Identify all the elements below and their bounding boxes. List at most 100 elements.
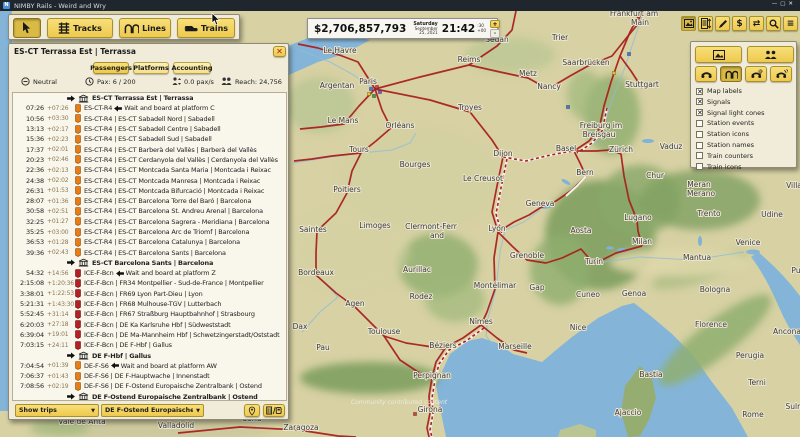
schedule-row[interactable]: 6:20:03+27:18ICE-F-Bcn | DE Ka Karlsruhe… [13,320,286,330]
schedule-row[interactable]: 5:21:31+1:43:30ICE-F-Bcn | FR68 Mulhouse… [13,299,286,309]
station-train-toggle-button[interactable] [263,404,285,417]
speed-down-button[interactable]: - [490,29,500,38]
terrain-view-button[interactable] [695,46,742,63]
tracks-button[interactable]: Tracks [47,18,113,38]
chevron-down-icon: ▼ [88,408,95,414]
schedule-row[interactable]: 7:03:15+24:11ICE-F-Bcn | DE F-Hbf | Gall… [13,340,286,350]
schedule-row[interactable]: 3:38:01+1:22:53ICE-F-Bcn | FR69 Lyon Par… [13,289,286,299]
map-marker[interactable] [372,94,375,97]
stop-label: ES-CT-R4 | ES-CT Barberà del Vallès | Ba… [84,146,257,154]
tab-platforms[interactable]: Platforms [133,62,169,74]
edit-button[interactable] [715,16,730,31]
schedule-row[interactable]: 15:36+02:23ES-CT-R4 | ES-CT Sabadell Sud… [13,134,286,144]
map-marker[interactable] [369,87,372,90]
tab-accounting-label: Accounting [171,64,212,72]
schedule-row[interactable]: 28:07+01:36ES-CT-R4 | ES-CT Barcelona To… [13,196,286,206]
schedule-row[interactable]: 26:31+01:53ES-CT-R4 | ES-CT Montcada Bif… [13,186,286,196]
checkbox-train-icons[interactable]: Train icons [696,162,742,172]
lines-button[interactable]: Lines [119,18,171,38]
schedule-row[interactable]: 17:37+02:01ES-CT-R4 | ES-CT Barberà del … [13,144,286,154]
city-label: Mantua [683,253,711,262]
checkbox-box[interactable] [696,163,703,170]
schedule-station-row[interactable]: DE F-Hbf | Gallus [13,350,286,360]
select-tool-button[interactable] [13,18,41,38]
checkbox-map-labels[interactable]: ✕ Map labels [696,86,742,96]
stop-time: 54:32 [13,269,44,277]
schedule-list[interactable]: ES-CT Terrassa Est | Terrassa07:26+07:26… [12,92,287,401]
city-label: Nîmes [469,317,493,326]
checkbox-label: Map labels [707,87,742,95]
schedule-station-row[interactable]: ES-CT Barcelona Sants | Barcelona [13,258,286,268]
schedule-row[interactable]: 54:32+14:56ICE-F-BcnWait and board at pl… [13,268,286,278]
window-controls[interactable]: —▢✕ [772,1,796,7]
city-label: Zaragoza [283,423,318,432]
tab-accounting[interactable]: Accounting [173,62,211,74]
trips-dropdown[interactable]: Show trips ▼ [15,404,99,417]
map-marker[interactable] [413,412,416,415]
stop-action: Wait and board at platform Z [126,269,216,277]
search-icon [769,19,779,29]
speed-up-button[interactable]: + [490,20,500,29]
checkbox-station-names[interactable]: Station names [696,140,754,150]
menu-button[interactable]: ≡ [783,16,798,31]
trains-button[interactable]: Trains [177,18,235,38]
map-marker[interactable] [612,71,615,74]
checkbox-box[interactable] [696,142,703,149]
checkbox-train-counters[interactable]: Train counters [696,151,753,161]
checkbox-box[interactable] [696,152,703,159]
close-panel-button[interactable]: ✕ [273,46,286,57]
schedule-row[interactable]: 10:56+03:30ES-CT-R4 | ES-CT Sabadell Nor… [13,114,286,124]
schedule-row[interactable]: 7:06:37+01:43DE-F-S6 | DE F-Hauptwache |… [13,371,286,381]
schedule-row[interactable]: 30:58+02:51ES-CT-R4 | ES-CT Barcelona St… [13,206,286,216]
timetable-button[interactable] [698,16,713,31]
map-style-button[interactable] [681,16,696,31]
transfers-button[interactable]: ⇄ [749,16,764,31]
search-button[interactable] [766,16,781,31]
checkbox-station-icons[interactable]: Station icons [696,129,749,139]
schedule-row[interactable]: 6:39:04+19:01ICE-F-Bcn | DE Ma-Mannheim … [13,330,286,340]
schedule-row[interactable]: 22:36+02:13ES-CT-R4 | ES-CT Montcada San… [13,165,286,175]
map-marker[interactable] [367,92,370,95]
schedule-row[interactable]: 32:25+01:27ES-CT-R4 | ES-CT Barcelona Sa… [13,217,286,227]
population-view-button[interactable] [747,46,794,63]
checkbox-station-events[interactable]: Station events [696,118,754,128]
map-marker[interactable] [378,90,381,93]
checkbox-box[interactable]: ✕ [696,88,703,95]
tab-passengers[interactable]: Passengers [93,62,129,74]
schedule-row[interactable]: 7:04:54+01:39DE-F-S6Wait and board at pl… [13,361,286,371]
phone-button[interactable] [695,66,717,82]
schedule-row[interactable]: 24:38+02:02ES-CT-R4 | ES-CT Montcada Man… [13,175,286,185]
schedule-row[interactable]: 13:13+02:17ES-CT-R4 | ES-CT Sabadell Cen… [13,124,286,134]
checkbox-box[interactable]: ✕ [696,109,703,116]
locate-station-button[interactable] [244,404,260,417]
stop-delta: +02:23 [44,136,74,143]
schedule-row[interactable]: 5:52:45+31:14ICE-F-Bcn | FR67 Straßburg … [13,309,286,319]
schedule-row[interactable]: 7:08:56+02:19DE-F-S6 | DE F-Ostend Europ… [13,381,286,391]
checkbox-box[interactable] [696,131,703,138]
map-marker[interactable] [566,105,569,108]
schedule-row[interactable]: 35:25+03:00ES-CT-R4 | ES-CT Barcelona Ar… [13,227,286,237]
destination-dropdown[interactable]: DE F-Ostend Europaische Zentralba ▼ [101,404,204,417]
city-label: Main [631,18,649,27]
checkbox-box[interactable]: ✕ [696,98,703,105]
phone-at-button[interactable]: @ [745,66,767,82]
finances-button[interactable]: $ [732,16,747,31]
checkbox-signal-light-cones[interactable]: ✕ Signal light cones [696,108,765,118]
schedule-station-row[interactable]: ES-CT Terrassa Est | Terrassa [13,93,286,103]
schedule-station-row[interactable]: DE F-Ostend Europaische Zentralbank | Os… [13,392,286,401]
phone-signal-button[interactable] [770,66,792,82]
schedule-row[interactable]: 39:36+02:43ES-CT-R4 | ES-CT Barcelona Sa… [13,247,286,257]
checkbox-label: Signal light cones [707,109,765,117]
schedule-row[interactable]: 2:15:08+1:20:36ICE-F-Bcn | FR34 Montpell… [13,278,286,288]
checkbox-box[interactable] [696,120,703,127]
city-label: Lyon [488,224,506,233]
schedule-row[interactable]: 20:23+02:46ES-CT-R4 | ES-CT Cerdanyola d… [13,155,286,165]
checkbox-signals[interactable]: ✕Signals [696,97,730,107]
schedule-row[interactable]: 07:26+07:26ES-CT-R4Wait and board at pla… [13,103,286,113]
stop-delta: +02:02 [44,177,74,184]
map-watermark: Community contributed content [351,399,448,406]
city-label: Vaduz [660,142,683,151]
map-marker[interactable] [627,52,630,55]
lines-overlay-button[interactable] [720,66,742,82]
schedule-row[interactable]: 36:53+01:28ES-CT-R4 | ES-CT Barcelona Ca… [13,237,286,247]
